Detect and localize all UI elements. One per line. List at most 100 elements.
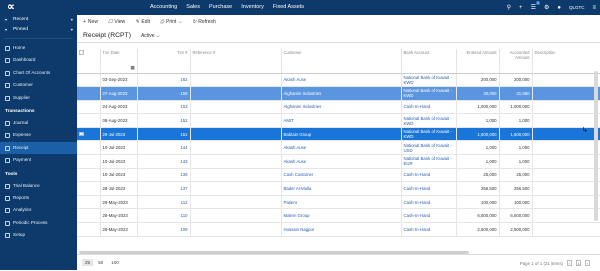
bank-account-link[interactable]: National Bank of Kuwait - KWD — [404, 129, 452, 139]
bank-account-link[interactable]: Cash-In-Hand — [404, 213, 431, 218]
row-select-cell[interactable] — [77, 140, 101, 156]
table-row[interactable]: 28-May-2023 110 Malem Group Cash-In-Hand 6,5… — [77, 208, 600, 224]
customer-link[interactable]: Hussain Nagpur — [284, 227, 315, 232]
sidebar-item-periodic-process[interactable]: Periodic Process — [0, 217, 77, 229]
txn-number-link[interactable]: 162 — [180, 77, 187, 82]
txn-number-link[interactable]: 144 — [180, 145, 187, 150]
filter-cell[interactable] — [401, 64, 457, 74]
table-row[interactable]: 28-May-2023 109 Hussain Nagpur Cash-In-Hand… — [77, 222, 600, 237]
calendar-icon[interactable]: ▦ — [130, 65, 134, 70]
column-header[interactable]: Txn Date — [100, 49, 138, 64]
column-header[interactable]: Entered Amount — [456, 49, 500, 64]
txn-number-link[interactable]: 158 — [180, 91, 187, 96]
filter-cell[interactable] — [499, 64, 533, 74]
bank-account-link[interactable]: Cash-In-Hand — [404, 172, 431, 177]
customer-link[interactable]: Alghanim Industries — [284, 91, 322, 96]
bank-account-link[interactable]: National Bank of Kuwait - KWD — [404, 88, 452, 98]
page-size-option[interactable]: 50 — [95, 259, 106, 266]
row-select-cell[interactable] — [77, 208, 101, 224]
bank-account-link[interactable]: National Bank of Kuwait - KWD — [404, 116, 452, 126]
txn-number-link[interactable]: 137 — [180, 186, 187, 191]
column-header[interactable]: Bank Account — [401, 49, 457, 64]
bank-account-link[interactable]: National Bank of Kuwait - EUR — [404, 156, 452, 166]
row-checkbox[interactable]: ✓ — [79, 131, 84, 136]
menu-accounting[interactable]: Accounting — [150, 0, 177, 15]
sidebar-item-chart-of-accounts[interactable]: Chart Of Accounts — [0, 67, 77, 79]
table-row[interactable]: 03-Sep-2023 162 Akash Ause National Bank of… — [77, 73, 600, 88]
row-select-cell[interactable] — [77, 222, 101, 237]
select-all-header[interactable] — [77, 49, 101, 64]
sidebar-item-supplier[interactable]: Supplier — [0, 92, 77, 104]
table-row[interactable]: ✓ 29-Jul-2023 151 Babtain Group National Ban… — [77, 127, 600, 142]
new-button[interactable]: + New — [83, 19, 98, 25]
customer-link[interactable]: Bader Al-Mulla — [284, 186, 312, 191]
table-row[interactable]: 10-Jul-2023 143 Akash Ause National Bank of… — [77, 154, 600, 169]
user-avatar-icon[interactable]: ● — [557, 5, 561, 11]
menu-sales[interactable]: Sales — [186, 0, 200, 15]
row-select-cell[interactable] — [77, 113, 101, 128]
prev-page-icon[interactable]: ‹ — [567, 260, 572, 266]
txn-number-link[interactable]: 152 — [180, 118, 187, 123]
txn-number-link[interactable]: 143 — [180, 159, 187, 164]
sidebar-item-receipt[interactable]: Receipt — [0, 141, 77, 155]
sidebar-item-payment[interactable]: Payment — [0, 154, 77, 166]
menu-inventory[interactable]: Inventory — [241, 0, 264, 15]
column-header[interactable]: Customer — [281, 49, 402, 64]
filter-cell[interactable] — [456, 64, 500, 74]
view-button[interactable]: ☐ View — [108, 19, 125, 25]
table-row[interactable]: 28-Jul-2023 137 Bader Al-Mulla Cash-In-Hand… — [77, 181, 600, 196]
view-selector[interactable]: Active ⌵ — [141, 33, 160, 39]
table-row[interactable]: 10-Jul-2023 144 Akash Ause National Bank of… — [77, 140, 600, 156]
customer-link[interactable]: Akash Ause — [284, 159, 307, 164]
column-header[interactable]: Txn # — [137, 49, 191, 64]
sidebar-item-analytics[interactable]: Analytics — [0, 204, 77, 216]
customer-link[interactable]: Akash Ause — [284, 77, 307, 82]
bank-account-link[interactable]: National Bank of Kuwait - KWD — [404, 75, 452, 85]
row-select-cell[interactable] — [77, 73, 101, 88]
company-code[interactable]: QLGTC — [569, 5, 585, 10]
bank-account-link[interactable]: Cash-In-Hand — [404, 104, 431, 109]
customer-link[interactable]: Malem Group — [284, 213, 310, 218]
sidebar-recent[interactable]: ▾ Recent ⌖ — [0, 15, 77, 25]
column-header[interactable]: Accounted Amount — [499, 49, 533, 64]
bank-account-link[interactable]: Cash-In-Hand — [404, 186, 431, 191]
column-header[interactable]: Description — [532, 49, 600, 64]
filter-cell[interactable] — [532, 64, 600, 74]
app-logo[interactable]: ∝ — [7, 2, 17, 13]
customer-link[interactable]: AMIT — [284, 118, 294, 123]
menu-toggle-icon[interactable]: ≡ — [592, 5, 596, 11]
sidebar-item-customer[interactable]: Customer — [0, 79, 77, 91]
sidebar-item-journal[interactable]: Journal — [0, 117, 77, 129]
customer-link[interactable]: Akash Ause — [284, 145, 307, 150]
customer-link[interactable]: Alghanim Industries — [284, 104, 322, 109]
table-row[interactable]: 08-Aug-2023 152 AMIT National Bank of Kuwai… — [77, 113, 600, 128]
date-filter-cell[interactable]: ▦ — [100, 64, 138, 74]
table-row[interactable]: 10-Jul-2023 139 Cash Customer Cash-In-Hand 2… — [77, 168, 600, 183]
bank-account-link[interactable]: Cash-In-Hand — [404, 227, 431, 232]
customer-link[interactable]: Babtain Group — [284, 132, 312, 137]
table-row[interactable]: 27-Aug-2023 158 Alghanim Industries Nationa… — [77, 86, 600, 101]
notifications-icon[interactable]: ☰ 1 — [531, 1, 540, 11]
column-header[interactable]: Reference # — [190, 49, 282, 64]
add-icon[interactable]: + — [519, 5, 523, 11]
txn-number-link[interactable]: 109 — [180, 227, 187, 232]
edit-button[interactable]: ✎ Edit — [135, 19, 150, 25]
sidebar-item-reports[interactable]: Reports — [0, 192, 77, 204]
next-page-icon[interactable]: › — [585, 260, 590, 266]
bank-account-link[interactable]: National Bank of Kuwait - USD — [404, 143, 452, 153]
row-select-cell[interactable]: ✓ — [77, 127, 101, 142]
filter-cell[interactable] — [137, 64, 191, 74]
sidebar-item-expense[interactable]: Expense — [0, 129, 77, 141]
bank-account-link[interactable]: Cash-In-Hand — [404, 200, 431, 205]
txn-number-link[interactable]: 110 — [181, 213, 188, 218]
txn-number-link[interactable]: 151 — [180, 132, 187, 137]
settings-icon[interactable]: ⚙ — [544, 4, 549, 11]
vertical-scrollbar[interactable] — [594, 71, 598, 221]
row-select-cell[interactable] — [77, 154, 101, 169]
row-select-cell[interactable] — [77, 181, 101, 196]
filter-cell[interactable] — [190, 64, 282, 74]
txn-number-link[interactable]: 112 — [181, 200, 188, 205]
sidebar-item-trial-balance[interactable]: Trial Balance — [0, 180, 77, 192]
menu-purchase[interactable]: Purchase — [209, 0, 232, 15]
current-page[interactable]: 1 — [576, 260, 581, 266]
